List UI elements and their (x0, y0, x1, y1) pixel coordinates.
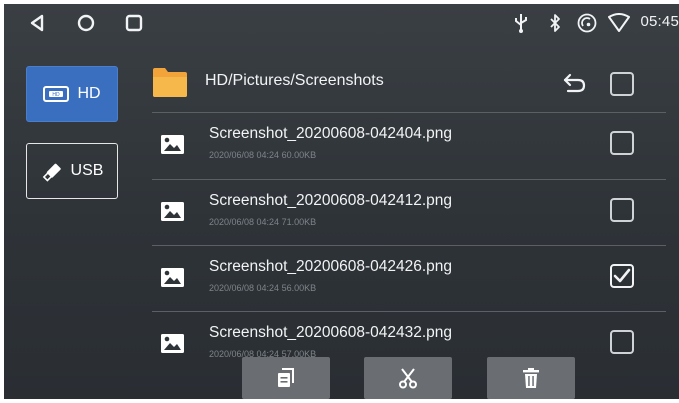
file-checkbox[interactable] (610, 330, 634, 354)
screen: 05:45 HD HD USB HD/Pictures/Screenshots (4, 4, 679, 399)
return-icon (563, 73, 586, 93)
wifi-icon (607, 12, 631, 34)
divider (152, 311, 666, 312)
svg-text:HD: HD (53, 92, 61, 98)
parent-folder-button[interactable] (562, 72, 588, 99)
home-icon (77, 14, 95, 32)
divider (152, 245, 666, 246)
image-file-icon (161, 268, 184, 287)
copy-icon (278, 368, 294, 387)
file-checkbox-checked[interactable] (610, 264, 634, 288)
file-meta: 2020/06/08 04:24 71.00KB (209, 217, 317, 227)
usb-status-icon (513, 12, 529, 34)
folder-icon (153, 68, 187, 97)
status-bar: 05:45 (4, 4, 679, 40)
file-name: Screenshot_20200608-042432.png (209, 324, 453, 341)
file-name: Screenshot_20200608-042404.png (209, 125, 453, 142)
hotspot-icon (577, 12, 597, 34)
delete-icon (523, 368, 539, 388)
source-hd-label: HD (77, 85, 101, 102)
back-icon (30, 14, 44, 32)
source-hd-button[interactable]: HD HD (26, 66, 118, 122)
file-meta: 2020/06/08 04:24 60.00KB (209, 150, 317, 160)
delete-button[interactable] (487, 357, 575, 399)
recents-icon (125, 14, 143, 32)
nav-recents-button[interactable] (121, 10, 147, 36)
select-all-checkbox[interactable] (610, 72, 634, 96)
divider (152, 179, 666, 180)
image-file-icon (161, 202, 184, 221)
cut-button[interactable] (364, 357, 452, 399)
file-checkbox[interactable] (610, 131, 634, 155)
divider (152, 112, 666, 113)
nav-home-button[interactable] (73, 10, 99, 36)
copy-button[interactable] (242, 357, 330, 399)
file-meta: 2020/06/08 04:24 56.00KB (209, 283, 317, 293)
bluetooth-icon (547, 12, 563, 34)
file-name: Screenshot_20200608-042412.png (209, 192, 453, 209)
usb-stick-icon (42, 163, 61, 182)
nav-back-button[interactable] (24, 10, 50, 36)
hard-drive-icon: HD (43, 86, 70, 102)
image-file-icon (161, 334, 184, 353)
file-checkbox[interactable] (610, 198, 634, 222)
source-usb-button[interactable]: USB (26, 143, 118, 199)
file-row[interactable]: Screenshot_20200608-042412.png 2020/06/0… (152, 181, 666, 245)
folder-header: HD/Pictures/Screenshots (152, 60, 666, 112)
checkmark-icon (613, 268, 631, 283)
image-file-icon (161, 135, 184, 154)
file-row[interactable]: Screenshot_20200608-042426.png 2020/06/0… (152, 247, 666, 311)
current-path: HD/Pictures/Screenshots (205, 72, 384, 89)
file-name: Screenshot_20200608-042426.png (209, 258, 453, 275)
file-row[interactable]: Screenshot_20200608-042404.png 2020/06/0… (152, 114, 666, 178)
clock: 05:45 (640, 13, 679, 30)
cut-icon (399, 368, 417, 389)
source-usb-label: USB (70, 162, 104, 179)
